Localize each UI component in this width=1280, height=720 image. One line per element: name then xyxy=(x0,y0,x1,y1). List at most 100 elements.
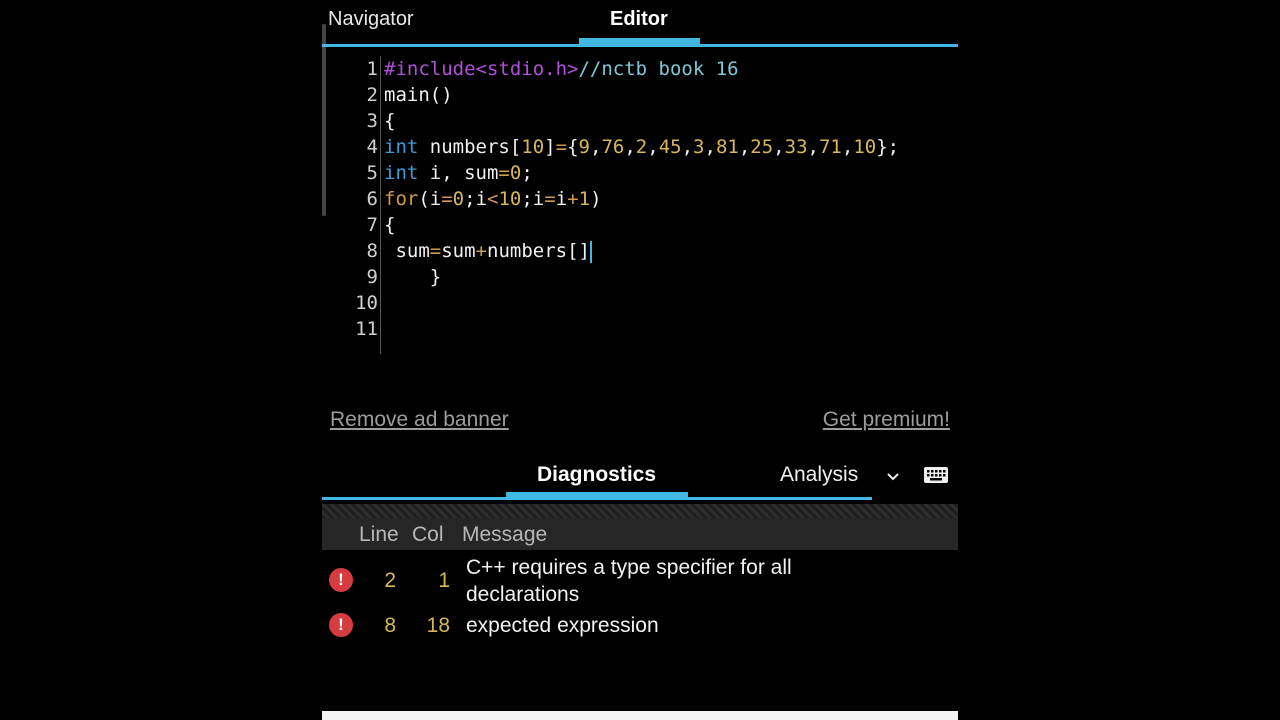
line-number: 1 xyxy=(366,58,378,80)
code-line[interactable]: 1 #include<stdio.h>//nctb book 16 xyxy=(322,56,958,82)
code-line[interactable]: 6 for(i=0;i<10;i=i+1) xyxy=(322,186,958,212)
code-token: { xyxy=(384,110,396,132)
code-token: = xyxy=(498,162,510,184)
code-token: + xyxy=(567,188,579,210)
code-token: , xyxy=(773,136,785,158)
code-token: 33 xyxy=(784,136,808,158)
code-text[interactable]: int i, sum=0; xyxy=(384,160,533,186)
chevron-down-icon[interactable] xyxy=(884,468,902,486)
code-token: ] xyxy=(544,136,556,158)
code-token: numbers[] xyxy=(487,240,590,262)
code-token: 0 xyxy=(509,162,522,184)
diagnostic-col: 1 xyxy=(438,569,450,592)
column-header-line[interactable]: Line xyxy=(359,523,399,547)
code-line[interactable]: 5 int i, sum=0; xyxy=(322,160,958,186)
code-token: } xyxy=(384,266,442,288)
code-token: + xyxy=(475,240,487,262)
code-token: 45 xyxy=(658,136,682,158)
code-line[interactable]: 8 sum=sum+numbers[] xyxy=(322,238,958,264)
code-text[interactable]: } xyxy=(384,264,441,290)
code-token: { xyxy=(567,136,579,158)
diagnostic-message: expected expression xyxy=(466,614,659,637)
column-header-message[interactable]: Message xyxy=(462,523,547,547)
code-text[interactable]: for(i=0;i<10;i=i+1) xyxy=(384,186,602,212)
code-token: , xyxy=(807,136,819,158)
code-token: = xyxy=(429,240,442,262)
code-token: , xyxy=(704,136,716,158)
code-token: = xyxy=(544,188,556,210)
code-token: (i xyxy=(418,188,442,210)
line-number: 4 xyxy=(366,136,378,158)
line-number: 7 xyxy=(366,214,378,236)
diagnostic-line: 2 xyxy=(384,569,396,592)
code-line[interactable]: 10 xyxy=(322,290,958,316)
code-line[interactable]: 11 xyxy=(322,316,958,342)
code-token: 71 xyxy=(818,136,842,158)
code-token: main() xyxy=(384,84,453,106)
code-token: 10 xyxy=(853,136,877,158)
active-tab-indicator xyxy=(579,38,700,44)
code-token: ;i xyxy=(464,188,488,210)
code-token: #include<stdio.h> xyxy=(384,58,579,80)
column-header-col[interactable]: Col xyxy=(412,523,444,547)
code-token: , xyxy=(647,136,659,158)
line-number: 11 xyxy=(355,318,378,340)
code-token: 10 xyxy=(521,136,545,158)
get-premium-link[interactable]: Get premium! xyxy=(823,408,950,432)
code-token: , xyxy=(624,136,636,158)
code-token: , xyxy=(681,136,694,158)
error-icon: ! xyxy=(329,613,353,637)
code-text[interactable]: { xyxy=(384,212,395,238)
code-token: 1 xyxy=(578,188,591,210)
code-line[interactable]: 2 main() xyxy=(322,82,958,108)
keyboard-icon[interactable] xyxy=(924,467,948,483)
code-text[interactable]: int numbers[10]={9,76,2,45,3,81,25,33,71… xyxy=(384,134,899,160)
code-text[interactable]: { xyxy=(384,108,395,134)
line-number: 6 xyxy=(366,188,378,210)
code-text[interactable]: #include<stdio.h>//nctb book 16 xyxy=(384,56,739,82)
tab-analysis[interactable]: Analysis xyxy=(780,463,858,487)
code-line[interactable]: 4 int numbers[10]={9,76,2,45,3,81,25,33,7… xyxy=(322,134,958,160)
code-line[interactable]: 9 } xyxy=(322,264,958,290)
code-token: 81 xyxy=(715,136,739,158)
code-editor[interactable]: 1 #include<stdio.h>//nctb book 16 2 main() 3… xyxy=(322,56,958,356)
code-token: int xyxy=(384,136,419,158)
code-token: //nctb book 16 xyxy=(578,58,739,80)
code-token: 0 xyxy=(452,188,465,210)
code-line[interactable]: 3{ xyxy=(322,108,958,134)
code-token: = xyxy=(441,188,453,210)
tab-bar-divider xyxy=(322,44,958,47)
code-token: for xyxy=(384,188,419,210)
tab-editor[interactable]: Editor xyxy=(610,8,668,31)
diagnostics-toolbar-strip xyxy=(322,504,958,518)
tab-navigator[interactable]: Navigator xyxy=(328,8,414,31)
app-window: Navigator Editor 1 #include<stdio.h>//nct… xyxy=(322,0,958,720)
code-line[interactable]: 7{ xyxy=(322,212,958,238)
code-token: 25 xyxy=(750,136,774,158)
code-text[interactable]: sum=sum+numbers[] xyxy=(384,238,592,264)
code-token: i, sum xyxy=(418,162,499,184)
tab-diagnostics[interactable]: Diagnostics xyxy=(537,463,656,487)
code-token: , xyxy=(841,136,854,158)
code-token: { xyxy=(384,214,396,236)
error-icon: ! xyxy=(329,568,353,592)
bottom-bar xyxy=(322,711,958,720)
code-token: , xyxy=(738,136,751,158)
code-token: i xyxy=(555,188,568,210)
code-token: sum xyxy=(441,240,476,262)
line-number: 8 xyxy=(366,240,378,262)
line-number: 5 xyxy=(366,162,378,184)
active-bottom-tab-indicator xyxy=(506,492,688,497)
code-token: ; xyxy=(521,162,533,184)
code-token: numbers[ xyxy=(418,136,522,158)
code-token: = xyxy=(555,136,568,158)
remove-ad-banner-link[interactable]: Remove ad banner xyxy=(330,408,509,432)
line-number: 3 xyxy=(366,110,378,132)
text-cursor xyxy=(589,240,592,263)
code-token: 3 xyxy=(693,136,705,158)
code-text[interactable]: main() xyxy=(384,82,453,108)
code-token: int xyxy=(384,162,419,184)
code-token: ) xyxy=(590,188,602,210)
diagnostic-message: C++ requires a type specifier for all de… xyxy=(466,556,792,606)
bottom-tab-bar: Diagnostics Analysis xyxy=(322,458,958,504)
